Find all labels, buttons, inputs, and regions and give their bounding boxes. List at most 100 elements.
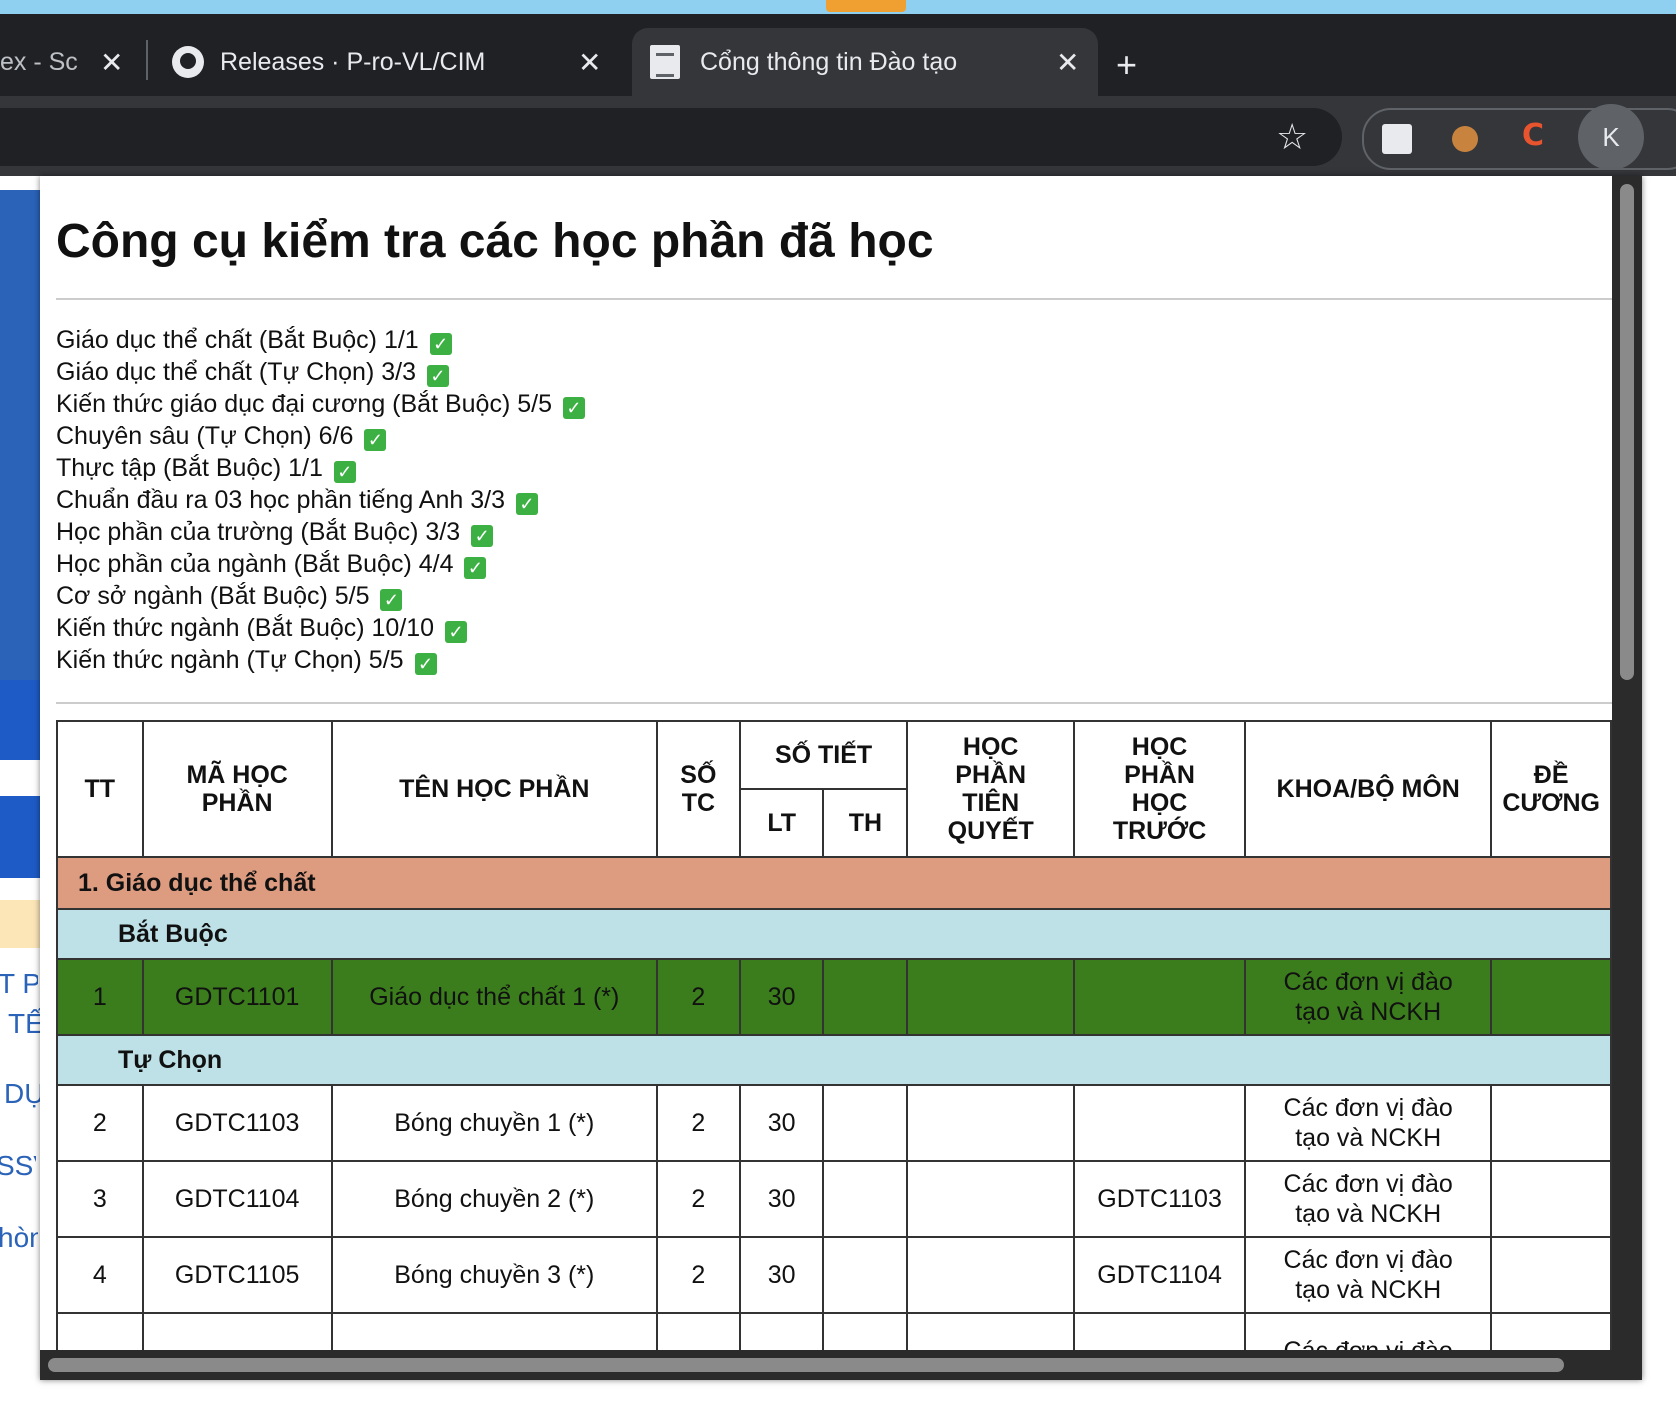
cell-de-cuong [1490, 1236, 1612, 1314]
cell-de-cuong [1490, 1312, 1612, 1350]
check-icon: ✓ [464, 557, 487, 579]
background-nav-bar [0, 796, 40, 878]
cell-de-cuong [1490, 958, 1612, 1036]
scrollbar-thumb[interactable] [48, 1358, 1564, 1372]
tab-1[interactable]: ex - Sc ✕ [0, 28, 140, 96]
check-icon: ✓ [364, 429, 387, 451]
background-highlight [0, 900, 40, 948]
close-icon[interactable]: ✕ [1056, 46, 1079, 79]
tab-3-active[interactable]: Cổng thông tin Đào tạo ✕ [632, 28, 1098, 96]
cell-hoc-truoc: GDTC1104 [1073, 1236, 1247, 1314]
cell-th [822, 1312, 909, 1350]
cell-tt [56, 1312, 144, 1350]
table-row: 4 GDTC1105 Bóng chuyền 3 (*) 2 30 GDTC11… [56, 1236, 1612, 1314]
cell-th [822, 958, 909, 1036]
c-extension-icon[interactable]: C [1522, 118, 1544, 153]
close-icon[interactable]: ✕ [100, 46, 123, 79]
cell-khoa: Các đơn vị đào [1244, 1312, 1493, 1350]
cell-ma: GDTC1105 [141, 1236, 333, 1314]
popup-content: Công cụ kiểm tra các học phần đã học Giá… [56, 176, 1612, 1350]
address-bar[interactable] [0, 108, 1342, 166]
cell-lt: 30 [738, 1160, 825, 1238]
section-title: 1. Giáo dục thể chất [56, 856, 1612, 910]
group-title: Bắt Buộc [56, 908, 1612, 960]
cell-hoc-truoc: GDTC1103 [1073, 1160, 1247, 1238]
tab-separator [146, 40, 148, 80]
background-text: hòn [0, 1222, 38, 1253]
check-icon: ✓ [380, 589, 403, 611]
menubar-indicator [826, 0, 906, 12]
check-icon: ✓ [515, 493, 538, 515]
cell-ten: Bóng chuyền 1 (*) [330, 1084, 658, 1162]
tab-title: ex - Sc [0, 47, 78, 76]
summary-item: Chuyên sâu (Tự Chọn) 6/6 ✓ [56, 420, 585, 452]
group-row: Bắt Buộc [56, 908, 1612, 960]
bookmark-star-icon[interactable]: ☆ [1276, 116, 1308, 158]
cell-tien-quyet [906, 1160, 1076, 1238]
cell-de-cuong [1490, 1160, 1612, 1238]
vertical-scrollbar[interactable] [1612, 176, 1642, 1380]
cell-tien-quyet [906, 1312, 1076, 1350]
cell-lt: 30 [738, 958, 825, 1036]
cell-tien-quyet [906, 1236, 1076, 1314]
background-nav-bar [0, 680, 40, 760]
summary-item: Giáo dục thể chất (Bắt Buộc) 1/1 ✓ [56, 324, 585, 356]
header-ma-hoc-phan: MÃ HỌC PHẦN [141, 720, 333, 858]
new-tab-button[interactable]: + [1116, 44, 1137, 86]
cell-tc: 2 [655, 1236, 741, 1314]
tab-title: Cổng thông tin Đào tạo [700, 47, 958, 76]
summary-item: Cơ sở ngành (Bắt Buộc) 5/5 ✓ [56, 580, 585, 612]
summary-item: Kiến thức ngành (Bắt Buộc) 10/10 ✓ [56, 612, 585, 644]
tab-2[interactable]: Releases · P-ro-VL/CIM ✕ [172, 28, 612, 96]
summary-list: Giáo dục thể chất (Bắt Buộc) 1/1 ✓ Giáo … [56, 324, 585, 676]
cell-lt: 30 [738, 1084, 825, 1162]
summary-item: Học phần của trường (Bắt Buộc) 3/3 ✓ [56, 516, 585, 548]
header-tien-quyet: HỌC PHẦN TIÊN QUYẾT [906, 720, 1076, 858]
close-icon[interactable]: ✕ [578, 46, 601, 79]
summary-item: Học phần của ngành (Bắt Buộc) 4/4 ✓ [56, 548, 585, 580]
page-title: Công cụ kiểm tra các học phần đã học [56, 215, 934, 268]
header-khoa-bo-mon: KHOA/BỘ MÔN [1244, 720, 1493, 858]
document-extension-icon[interactable] [1382, 124, 1412, 154]
profile-avatar[interactable]: K [1578, 104, 1644, 170]
summary-item: Thực tập (Bắt Buộc) 1/1 ✓ [56, 452, 585, 484]
cell-ten [330, 1312, 658, 1350]
check-icon: ✓ [562, 397, 585, 419]
summary-item: Chuẩn đầu ra 03 học phần tiếng Anh 3/3 ✓ [56, 484, 585, 516]
table-row: Các đơn vị đào [56, 1312, 1612, 1350]
cell-ma [141, 1312, 333, 1350]
check-icon: ✓ [426, 365, 449, 387]
browser-tabbar: ex - Sc ✕ Releases · P-ro-VL/CIM ✕ Cổng … [0, 14, 1676, 96]
header-hoc-truoc: HỌC PHẦN HỌC TRƯỚC [1073, 720, 1247, 858]
cell-tc [655, 1312, 741, 1350]
summary-item: Kiến thức giáo dục đại cương (Bắt Buộc) … [56, 388, 585, 420]
cookie-extension-icon[interactable] [1452, 126, 1478, 152]
cell-hoc-truoc [1073, 1084, 1247, 1162]
check-icon: ✓ [414, 653, 437, 675]
horizontal-scrollbar[interactable] [40, 1350, 1642, 1380]
scrollbar-thumb[interactable] [1620, 184, 1634, 680]
browser-toolbar: ☆ C K [0, 96, 1676, 176]
cell-th [822, 1160, 909, 1238]
cell-tc: 2 [655, 1084, 741, 1162]
check-icon: ✓ [445, 621, 468, 643]
cell-tt: 2 [56, 1084, 144, 1162]
group-title: Tự Chọn [56, 1034, 1612, 1086]
cell-tt: 1 [56, 958, 144, 1036]
summary-item: Kiến thức ngành (Tự Chọn) 5/5 ✓ [56, 644, 585, 676]
cell-tt: 3 [56, 1160, 144, 1238]
cell-th [822, 1236, 909, 1314]
background-banner [0, 190, 40, 680]
cell-tc: 2 [655, 1160, 741, 1238]
cell-lt: 30 [738, 1236, 825, 1314]
divider [56, 298, 1612, 300]
background-text: SSV [0, 1150, 36, 1181]
cell-ma: GDTC1103 [141, 1084, 333, 1162]
cell-khoa: Các đơn vị đào tạo và NCKH [1244, 1084, 1493, 1162]
cell-khoa: Các đơn vị đào tạo và NCKH [1244, 1236, 1493, 1314]
divider [56, 702, 1612, 704]
cell-th [822, 1084, 909, 1162]
header-lt: LT [738, 788, 825, 858]
cell-de-cuong [1490, 1084, 1612, 1162]
cell-ten: Giáo dục thể chất 1 (*) [330, 958, 658, 1036]
